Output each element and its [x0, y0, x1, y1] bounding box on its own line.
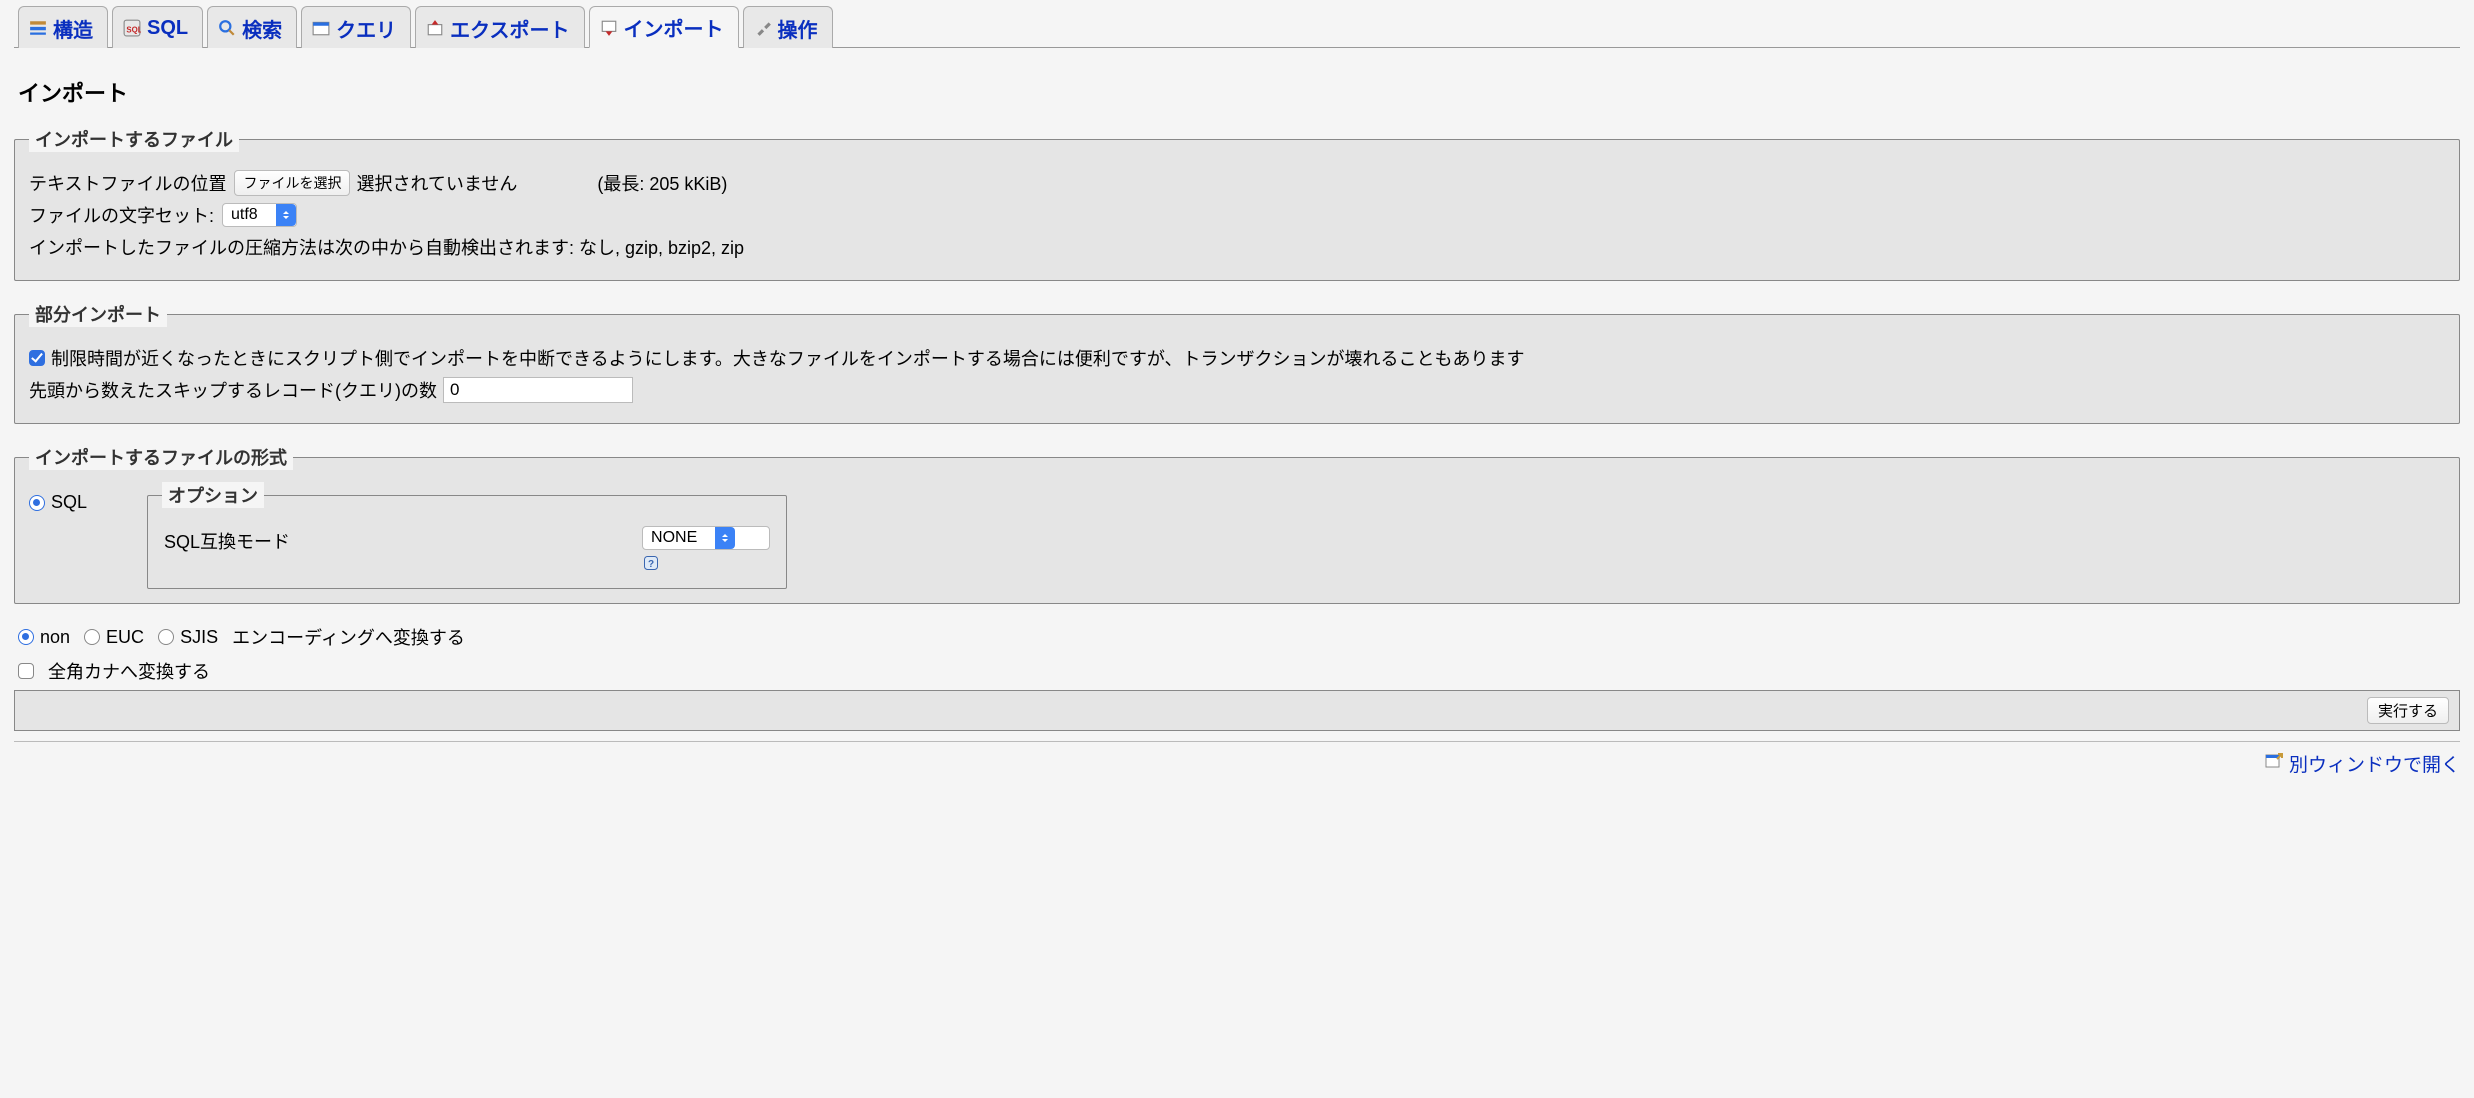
sql-icon: SQL [123, 19, 141, 37]
fieldset-file-legend: インポートするファイル [29, 126, 239, 152]
tab-sql[interactable]: SQL SQL [112, 6, 203, 48]
export-icon [426, 19, 444, 37]
chevron-updown-icon [276, 204, 296, 226]
tab-sql-label: SQL [147, 17, 188, 40]
import-icon [600, 19, 618, 37]
tab-operations-label: 操作 [778, 14, 818, 43]
search-icon [218, 19, 236, 37]
encoding-non-radio[interactable] [18, 629, 34, 645]
tab-export[interactable]: エクスポート [415, 6, 584, 48]
encoding-sjis-label: SJIS [180, 627, 218, 648]
allow-interrupt-checkbox[interactable] [29, 350, 45, 366]
submit-button[interactable]: 実行する [2367, 697, 2449, 724]
fieldset-partial: 部分インポート 制限時間が近くなったときにスクリプト側でインポートを中断できるよ… [14, 301, 2460, 424]
submit-panel: 実行する [14, 690, 2460, 731]
allow-interrupt-label: 制限時間が近くなったときにスクリプト側でインポートを中断できるようにします。大き… [51, 345, 1524, 371]
format-sql-radio[interactable] [29, 495, 45, 511]
sql-compat-label: SQL互換モード [164, 526, 290, 554]
encoding-row: non EUC SJIS エンコーディングへ変換する [18, 624, 2460, 650]
tab-structure-label: 構造 [53, 14, 93, 43]
query-icon [312, 19, 330, 37]
fieldset-file: インポートするファイル テキストファイルの位置 ファイルを選択 選択されていませ… [14, 126, 2460, 281]
charset-label: ファイルの文字セット: [29, 202, 214, 228]
fieldset-format-legend: インポートするファイルの形式 [29, 444, 293, 470]
file-location-label: テキストファイルの位置 [29, 170, 226, 196]
skip-records-label: 先頭から数えたスキップするレコード(クエリ)の数 [29, 377, 437, 403]
tab-export-label: エクスポート [450, 14, 569, 43]
choose-file-button[interactable]: ファイルを選択 [234, 170, 350, 196]
tab-search-label: 検索 [242, 14, 282, 43]
fieldset-options: オプション SQL互換モード NONE ? [147, 482, 787, 589]
encoding-non-label: non [40, 627, 70, 648]
tab-operations[interactable]: 操作 [743, 6, 833, 48]
kana-convert-checkbox[interactable] [18, 663, 34, 679]
footer-link-row: 別ウィンドウで開く [14, 750, 2460, 777]
tab-structure[interactable]: 構造 [18, 6, 108, 48]
tabs: 構造 SQL SQL 検索 クエリ エクスポート インポート 操作 [14, 6, 2460, 48]
svg-text:?: ? [648, 559, 654, 570]
kana-convert-label: 全角カナへ変換する [48, 658, 210, 684]
sql-compat-select[interactable]: NONE [642, 526, 770, 550]
page-title: インポート [18, 76, 2460, 108]
choose-file-status: 選択されていません [356, 170, 517, 196]
chevron-updown-icon [715, 527, 735, 549]
skip-records-input[interactable] [443, 377, 633, 403]
encoding-euc-label: EUC [106, 627, 144, 648]
encoding-euc-radio[interactable] [84, 629, 100, 645]
divider [14, 741, 2460, 742]
encoding-sjis-radio[interactable] [158, 629, 174, 645]
format-sql-label: SQL [51, 492, 87, 513]
tab-query[interactable]: クエリ [301, 6, 411, 48]
tab-query-label: クエリ [336, 14, 396, 43]
fieldset-partial-legend: 部分インポート [29, 301, 167, 327]
new-window-icon [2265, 752, 2283, 775]
charset-select-value: utf8 [231, 206, 276, 224]
sql-compat-select-value: NONE [651, 529, 715, 547]
tab-import[interactable]: インポート [589, 6, 739, 48]
compression-note: インポートしたファイルの圧縮方法は次の中から自動検出されます: なし, gzip… [29, 234, 744, 260]
fieldset-options-legend: オプション [162, 482, 264, 508]
charset-select[interactable]: utf8 [222, 203, 297, 227]
kana-row: 全角カナへ変換する [18, 658, 2460, 684]
max-size-label: (最長: 205 kKiB) [597, 170, 727, 196]
operations-icon [754, 19, 772, 37]
svg-text:SQL: SQL [126, 26, 141, 35]
structure-icon [29, 19, 47, 37]
open-new-window-link[interactable]: 別ウィンドウで開く [2289, 750, 2460, 777]
encoding-convert-label: エンコーディングへ変換する [232, 624, 465, 650]
tab-search[interactable]: 検索 [207, 6, 297, 48]
fieldset-format: インポートするファイルの形式 SQL オプション SQL互換モード NONE ? [14, 444, 2460, 604]
tab-import-label: インポート [624, 13, 724, 42]
help-icon[interactable]: ? [644, 554, 658, 568]
